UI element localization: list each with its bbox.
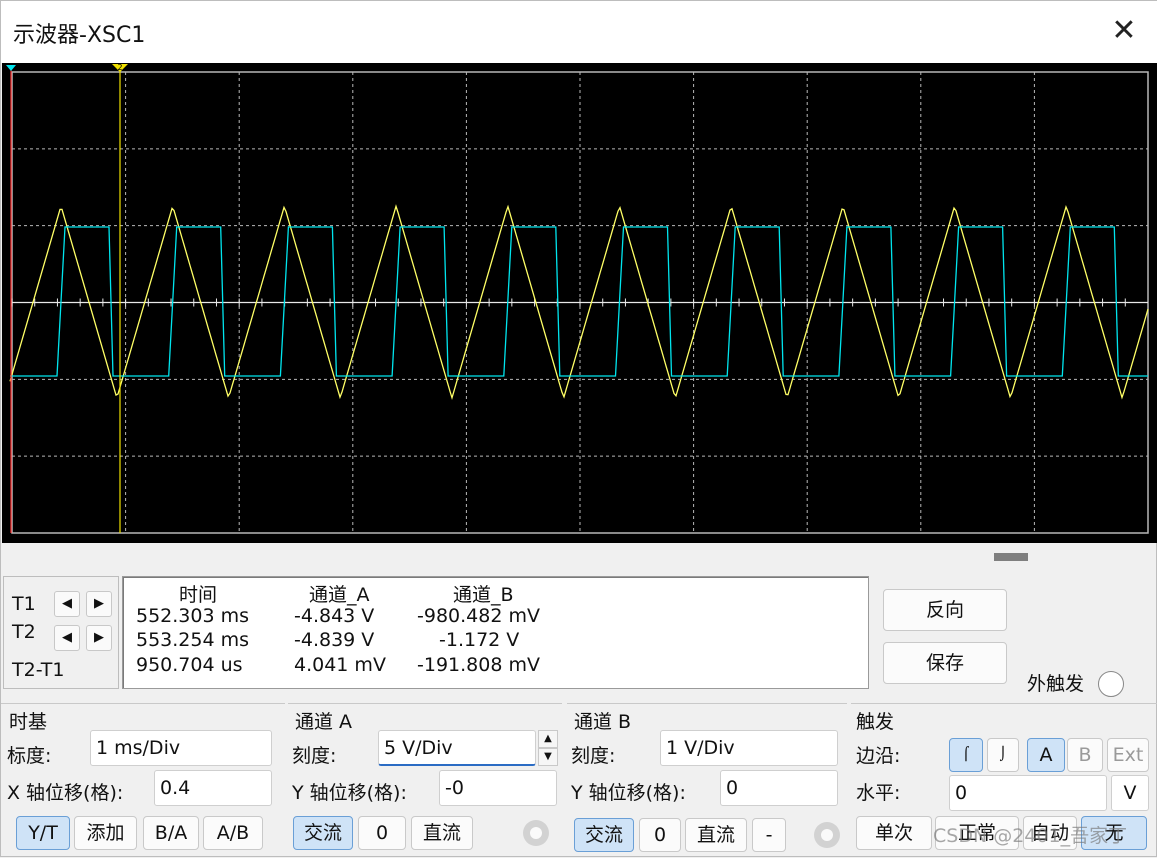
t1-left-button[interactable]: ◀ — [54, 591, 80, 617]
channel-a-dc-button[interactable]: 直流 — [411, 816, 473, 850]
window-title: 示波器-XSC1 — [13, 23, 146, 48]
trigger-source-ext-button[interactable]: Ext — [1107, 738, 1149, 772]
x-position-label: X 轴位移(格): — [7, 782, 124, 804]
header-channel-a: 通道_A — [309, 584, 370, 606]
t1-cursor-marker — [6, 65, 16, 71]
trigger-source-a-button[interactable]: A — [1027, 738, 1065, 772]
trigger-source-b-button[interactable]: B — [1067, 738, 1103, 772]
timebase-scale-label: 标度: — [7, 745, 52, 767]
t2-channel-b: -1.172 V — [439, 629, 520, 651]
channel-b-ypos-field[interactable]: 0 — [720, 770, 838, 806]
t2-channel-a: -4.839 V — [294, 629, 375, 651]
trigger-level-unit[interactable]: V — [1111, 775, 1149, 811]
channel-a-scale-label: 刻度: — [292, 745, 337, 767]
diff-time: 950.704 us — [136, 654, 243, 676]
channel-b-dc-button[interactable]: 直流 — [685, 818, 747, 852]
t1-label: T1 — [12, 593, 36, 615]
add-mode-button[interactable]: 添加 — [74, 816, 137, 850]
timebase-group: 时基 标度: 1 ms/Div X 轴位移(格): 0.4 Y/T 添加 B/A… — [1, 703, 285, 858]
scope-display: 2 — [6, 63, 1149, 534]
channel-b-title: 通道 B — [570, 707, 636, 734]
channel-b-scale-field[interactable]: 1 V/Div — [660, 730, 838, 766]
channel-b-ac-button[interactable]: 交流 — [574, 818, 634, 852]
t2-label: T2 — [12, 621, 36, 643]
cursor-panel: T1 T2 T2-T1 ◀ ▶ ◀ ▶ — [3, 576, 119, 689]
yt-mode-button[interactable]: Y/T — [16, 816, 70, 850]
t2-right-button[interactable]: ▶ — [86, 625, 112, 651]
scale-up-button[interactable]: ▲ — [538, 730, 558, 748]
channel-b-ypos-label: Y 轴位移(格): — [571, 782, 686, 804]
t2-left-button[interactable]: ◀ — [54, 625, 80, 651]
channel-b-trace — [10, 226, 1148, 377]
trigger-level-field[interactable]: 0 — [949, 775, 1107, 811]
channel-b-zero-button[interactable]: 0 — [639, 818, 681, 852]
title-bar: 示波器-XSC1 ✕ — [1, 1, 1157, 63]
t1-time: 552.303 ms — [136, 605, 250, 627]
oscilloscope-screen[interactable]: 2 — [2, 63, 1157, 543]
x-position-field[interactable]: 0.4 — [154, 770, 272, 806]
t1-channel-a: -4.843 V — [294, 605, 375, 627]
timebase-scale-field[interactable]: 1 ms/Div — [90, 730, 272, 766]
watermark: CSDN @2401_吾家丁 — [933, 825, 1128, 847]
channel-a-settings-icon[interactable] — [523, 820, 549, 846]
channel-a-zero-button[interactable]: 0 — [358, 816, 406, 850]
channel-b-group: 通道 B 刻度: 1 V/Div Y 轴位移(格): 0 交流 0 直流 - — [567, 703, 847, 858]
measurement-readout: 时间 通道_A 通道_B 552.303 ms -4.843 V -980.48… — [122, 576, 869, 689]
trigger-level-label: 水平: — [856, 782, 901, 804]
scale-down-button[interactable]: ▼ — [538, 748, 558, 766]
ba-mode-button[interactable]: B/A — [143, 816, 199, 850]
reverse-button[interactable]: 反向 — [883, 589, 1007, 631]
trigger-single-button[interactable]: 单次 — [856, 816, 932, 850]
channel-a-scale-field[interactable]: 5 V/Div — [378, 730, 536, 766]
header-time: 时间 — [179, 584, 218, 606]
t2-time: 553.254 ms — [136, 629, 250, 651]
channel-b-minus-button[interactable]: - — [752, 818, 786, 852]
channel-a-title: 通道 A — [291, 707, 357, 734]
close-icon[interactable]: ✕ — [1101, 13, 1147, 51]
ab-mode-button[interactable]: A/B — [203, 816, 263, 850]
t1-right-button[interactable]: ▶ — [86, 591, 112, 617]
header-channel-b: 通道_B — [453, 584, 514, 606]
t2-t1-label: T2-T1 — [12, 659, 65, 681]
channel-a-ypos-field[interactable]: -0 — [439, 770, 557, 806]
channel-b-scale-label: 刻度: — [571, 745, 616, 767]
trigger-edge-label: 边沿: — [856, 745, 901, 767]
ext-trigger-radio[interactable] — [1098, 671, 1124, 697]
channel-a-ypos-label: Y 轴位移(格): — [292, 782, 407, 804]
save-button[interactable]: 保存 — [883, 642, 1007, 684]
channel-b-settings-icon[interactable] — [814, 822, 840, 848]
rising-edge-icon[interactable]: ⌠ — [949, 738, 983, 772]
diff-channel-b: -191.808 mV — [417, 654, 540, 676]
falling-edge-icon[interactable]: ⌡ — [987, 738, 1019, 772]
resize-grip[interactable] — [994, 553, 1028, 561]
diff-channel-a: 4.041 mV — [294, 654, 386, 676]
trigger-title: 触发 — [852, 707, 899, 734]
t2-cursor-label: 2 — [117, 63, 122, 72]
timebase-title: 时基 — [5, 707, 52, 734]
ext-trigger-label: 外触发 — [1027, 673, 1085, 695]
t1-channel-b: -980.482 mV — [417, 605, 540, 627]
channel-a-ac-button[interactable]: 交流 — [293, 816, 353, 850]
channel-a-group: 通道 A 刻度: 5 V/Div ▲ ▼ Y 轴位移(格): -0 交流 0 直… — [288, 703, 562, 858]
oscilloscope-window: 示波器-XSC1 ✕ 2 T1 T2 T2-T1 ◀ ▶ ◀ ▶ 时间 通道_A… — [0, 0, 1157, 857]
